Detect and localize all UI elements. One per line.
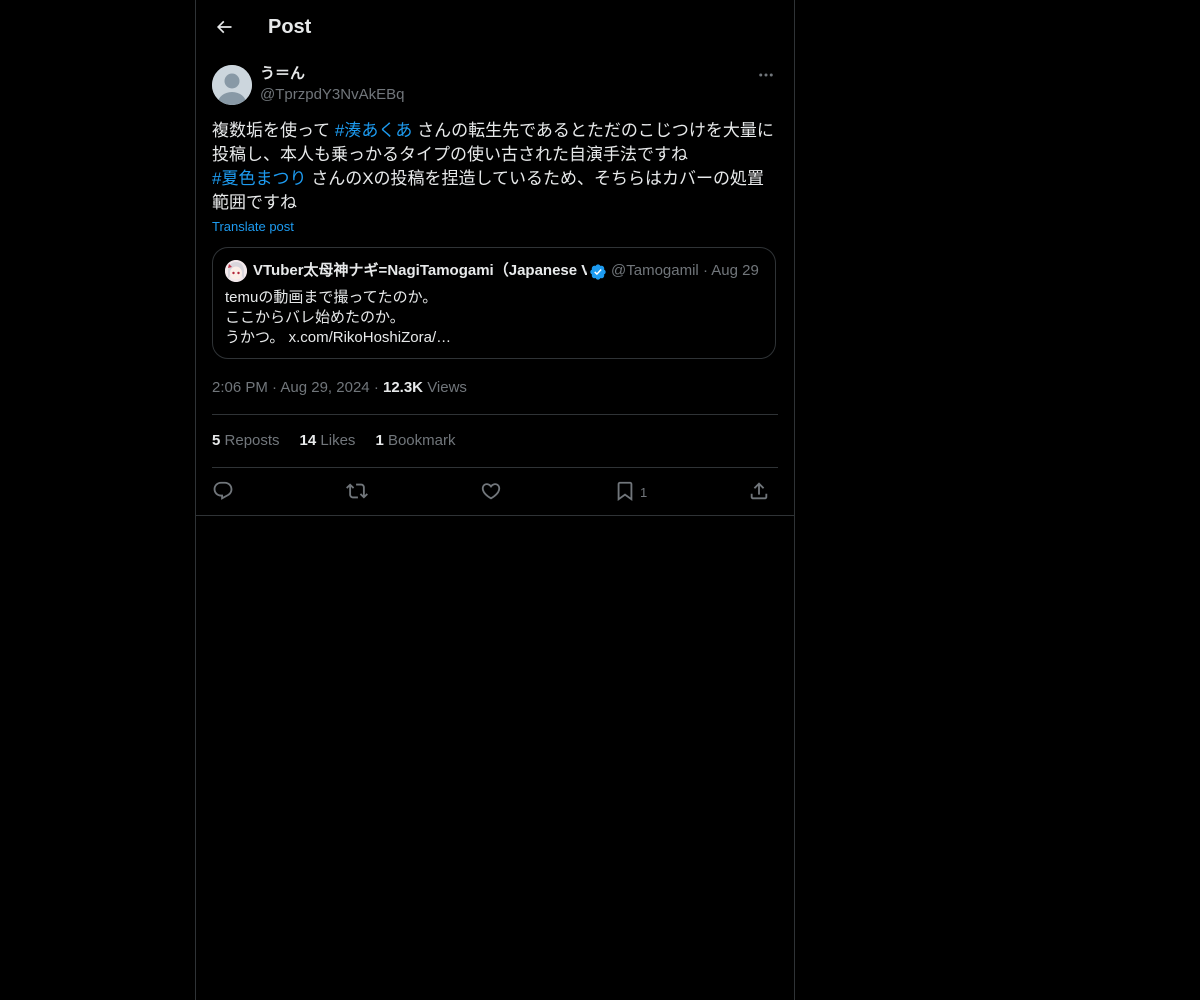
main-column: Post う＝ん @TprzpdY3NvAkEBq 複数垢を使って #湊あくあ … [195,0,795,1000]
bookmark-button[interactable]: 1 [614,478,647,504]
post-meta: 2:06 PM · Aug 29, 2024 · 12.3K Views [212,378,467,398]
share-button[interactable] [748,478,770,504]
bookmark-icon [617,481,633,502]
bookmarks-label: Bookmark [387,432,456,449]
repost-icon [346,483,368,499]
quote-date: Aug 29 [711,262,759,279]
post-time[interactable]: 2:06 PM [212,379,268,396]
separator-dot: · [702,262,708,279]
post-text-part: 複数垢を使って [212,121,335,140]
quote-handle: @Tamogamil [611,262,699,279]
author-handle[interactable]: @TprzpdY3NvAkEBq [260,85,404,105]
quote-text-line: ここからバレ始めたのか。 [225,309,405,326]
action-bar: 1 [212,478,778,504]
divider [212,414,778,415]
quoted-post[interactable]: VTuber太母神ナギ=NagiTamogami（Japanese VTuber… [212,247,776,359]
bookmarks-stat[interactable]: 1 Bookmark [375,432,455,449]
page-title: Post [268,16,312,38]
verified-icon [589,263,607,281]
header: Post [196,0,794,54]
repost-button[interactable] [346,478,368,504]
separator-dot: · [373,379,379,396]
share-icon [750,482,768,500]
reply-button[interactable] [212,478,234,504]
anime-avatar-icon [225,260,247,282]
more-button[interactable] [754,64,778,86]
bookmark-count: 1 [640,485,648,500]
quote-handle-line: @Tamogamil · Aug 29 [611,261,759,281]
post-stats: 5 Reposts 14 Likes 1 Bookmark [212,431,475,451]
like-icon [481,483,501,500]
views-label: Views [427,379,467,396]
views-count: 12.3K [382,379,424,396]
reply-icon [213,481,233,500]
back-button[interactable] [210,13,238,41]
divider [196,515,794,516]
quote-avatar [225,260,247,282]
reposts-label: Reposts [224,432,280,449]
quote-text-line: うかつ。 x.com/RikoHoshiZora/… [225,329,452,346]
separator-dot: · [272,379,278,396]
more-icon [759,73,773,77]
reposts-stat[interactable]: 5 Reposts [212,432,280,449]
likes-count: 14 [299,432,317,449]
author-display-name[interactable]: う＝ん [260,64,305,84]
post-date[interactable]: Aug 29, 2024 [280,379,369,396]
hashtag-link[interactable]: #湊あくあ [335,121,412,140]
hashtag-link[interactable]: #夏色まつり [212,169,306,188]
post-text: 複数垢を使って #湊あくあ さんの転生先であるとただのこじつけを大量に投稿し、本… [212,119,778,215]
back-arrow-icon [216,20,232,34]
quote-text: temuの動画まで撮ってたのか。 ここからバレ始めたのか。 うかつ。 x.com… [225,288,763,348]
likes-label: Likes [320,432,356,449]
quote-display-name: VTuber太母神ナギ=NagiTamogami（Japanese VTuber… [253,262,587,279]
like-button[interactable] [480,478,502,504]
likes-stat[interactable]: 14 Likes [300,432,356,449]
translate-post-link[interactable]: Translate post [212,218,294,236]
avatar[interactable] [212,65,252,105]
default-avatar-icon [212,65,252,105]
post-author: う＝ん @TprzpdY3NvAkEBq [212,64,778,106]
bookmarks-count: 1 [375,432,384,449]
divider [212,467,778,468]
reposts-count: 5 [212,432,221,449]
quote-text-line: temuの動画まで撮ってたのか。 [225,289,438,306]
